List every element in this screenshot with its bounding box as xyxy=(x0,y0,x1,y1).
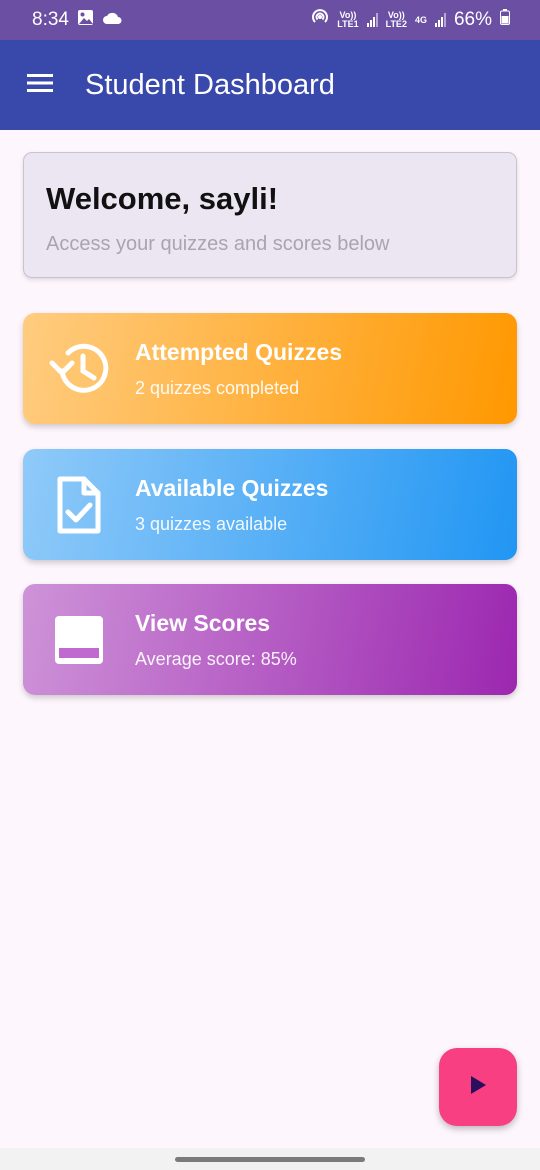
view-scores-card[interactable]: View Scores Average score: 85% xyxy=(23,584,517,695)
status-time: 8:34 xyxy=(32,9,69,30)
play-icon xyxy=(469,1075,487,1100)
welcome-subtitle: Access your quizzes and scores below xyxy=(46,233,390,255)
system-nav-bar xyxy=(0,1148,540,1170)
assignment-check-icon xyxy=(23,449,135,560)
menu-icon xyxy=(26,72,54,99)
tile-subtitle: 3 quizzes available xyxy=(135,513,288,534)
tile-title: Attempted Quizzes xyxy=(135,338,343,365)
sim1-label: Vo)) LTE1 xyxy=(337,10,359,29)
status-bar: 8:34 Vo)) LTE1 Vo)) LTE2 4G 66% xyxy=(0,0,540,40)
scores-icon xyxy=(23,584,135,695)
tile-title: Available Quizzes xyxy=(135,474,329,501)
battery-percent: 66% xyxy=(453,9,492,30)
welcome-title: Welcome, sayli! xyxy=(46,181,279,216)
available-quizzes-card[interactable]: Available Quizzes 3 quizzes available xyxy=(23,449,517,560)
history-icon xyxy=(23,313,135,424)
cloud-icon xyxy=(102,9,122,31)
menu-button[interactable] xyxy=(0,40,80,130)
network-label: 4G xyxy=(414,14,427,25)
play-fab-button[interactable] xyxy=(439,1048,517,1126)
page-title: Student Dashboard xyxy=(85,68,335,101)
welcome-card: Welcome, sayli! Access your quizzes and … xyxy=(23,152,517,278)
app-bar: Student Dashboard xyxy=(0,40,540,130)
signal-icon xyxy=(434,13,446,27)
home-gesture-handle[interactable] xyxy=(175,1157,365,1162)
signal-icon xyxy=(366,13,378,27)
tile-subtitle: Average score: 85% xyxy=(135,648,297,669)
sim2-label: Vo)) LTE2 xyxy=(385,10,407,29)
tile-subtitle: 2 quizzes completed xyxy=(135,377,300,398)
attempted-quizzes-card[interactable]: Attempted Quizzes 2 quizzes completed xyxy=(23,313,517,424)
battery-icon xyxy=(500,9,510,31)
hotspot-icon xyxy=(311,8,329,32)
tile-title: View Scores xyxy=(135,609,271,636)
image-icon xyxy=(77,9,94,32)
